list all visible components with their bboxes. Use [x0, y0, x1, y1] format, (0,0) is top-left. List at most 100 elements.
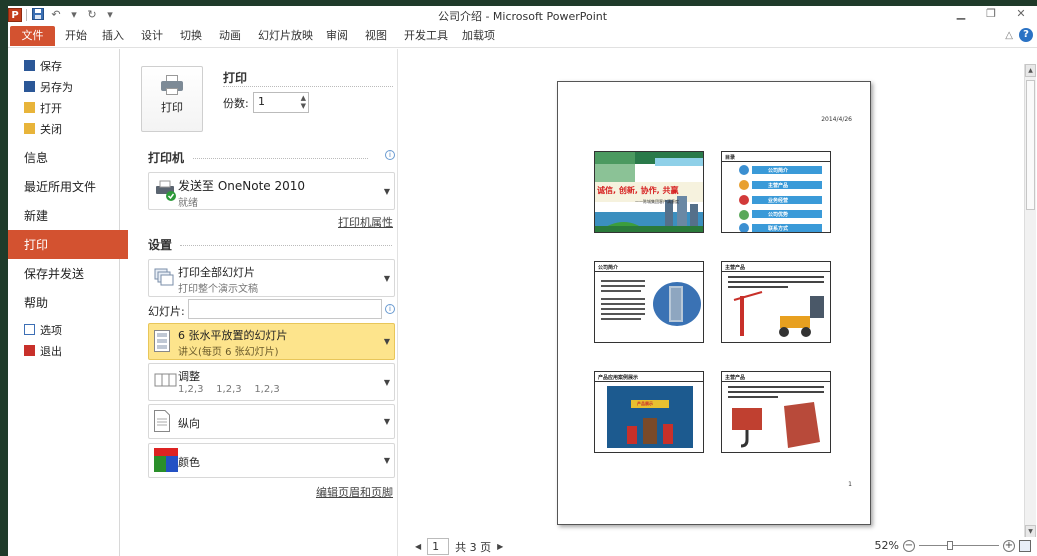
window-frame: P ↶ ▾ ↻ ▾ 公司介绍 - Microsoft PowerPoint ▁ … — [0, 0, 1037, 556]
slide-thumbnail-5: 产品应用案例展示 产品展示 — [594, 371, 704, 453]
print-range-dropdown[interactable]: 打印全部幻灯片 打印整个演示文稿 ▼ — [148, 259, 395, 297]
color-value: 颜色 — [178, 456, 200, 469]
nav-options[interactable]: 选项 — [8, 319, 119, 340]
chevron-down-icon: ▼ — [383, 417, 390, 426]
tab-animations[interactable]: 动画 — [219, 26, 241, 46]
printer-section-title: 打印机 — [148, 151, 185, 165]
edit-header-footer-link[interactable]: 编辑页眉和页脚 — [316, 484, 393, 500]
save-icon — [24, 60, 35, 71]
close-folder-icon — [24, 123, 35, 134]
printer-icon — [161, 75, 183, 95]
layout-main: 6 张水平放置的幻灯片 — [178, 329, 288, 342]
restore-icon[interactable]: ❐ — [983, 6, 999, 22]
slide-thumbnail-1: 诚信, 创新, 协作, 共赢 ——陈城集团客户满意度 — [594, 151, 704, 233]
nav-options-label: 选项 — [40, 323, 62, 337]
tab-view[interactable]: 视图 — [365, 26, 387, 46]
tab-addins[interactable]: 加载项 — [462, 26, 495, 46]
current-page-input[interactable]: 1 — [427, 538, 450, 555]
nav-help[interactable]: 帮助 — [8, 288, 119, 317]
zoom-in-icon[interactable]: + — [1003, 539, 1015, 552]
minimize-icon[interactable]: ▁ — [953, 6, 969, 22]
printer-name: 发送至 OneNote 2010 — [178, 179, 306, 193]
chevron-down-icon: ▼ — [383, 274, 390, 283]
printer-info-icon[interactable]: i — [385, 150, 395, 160]
page-navigator: ◀ 1 共 3 页 ▶ — [415, 538, 503, 555]
settings-section-rule — [180, 245, 392, 246]
print-preview-area: 2014/4/26 诚信, 创新, 协作, 共赢 ——陈城集团客户满意度 目录 … — [399, 49, 1023, 556]
layout-sub: 讲义(每页 6 张幻灯片) — [178, 347, 279, 358]
nav-open[interactable]: 打开 — [8, 97, 119, 118]
slides-info-icon[interactable]: i — [385, 304, 395, 314]
print-section-rule — [223, 86, 393, 87]
nav-save-send[interactable]: 保存并发送 — [8, 259, 119, 288]
print-button[interactable]: 打印 — [141, 66, 203, 132]
printer-section-rule — [193, 158, 368, 159]
window-controls: ▁ ❐ ✕ — [953, 6, 1029, 22]
slides-stack-icon — [154, 268, 174, 291]
zoom-to-page-icon[interactable] — [1019, 539, 1031, 552]
collate-icon — [154, 372, 178, 393]
window-title: 公司介绍 - Microsoft PowerPoint — [437, 10, 608, 23]
zoom-level[interactable]: 52% — [875, 539, 899, 552]
print-range-main: 打印全部幻灯片 — [178, 266, 255, 279]
slides-input[interactable] — [188, 299, 382, 319]
ribbon-right-controls: △ ? — [1005, 28, 1033, 42]
scroll-thumb[interactable] — [1026, 80, 1035, 210]
tab-home[interactable]: 开始 — [65, 26, 87, 46]
next-page-icon[interactable]: ▶ — [497, 542, 503, 551]
previous-page-icon[interactable]: ◀ — [415, 542, 421, 551]
collate-dropdown[interactable]: 调整 1,2,3 1,2,3 1,2,3 ▼ — [148, 363, 395, 401]
slide-1-slogan: 诚信, 创新, 协作, 共赢 — [597, 186, 679, 195]
printer-dropdown[interactable]: 发送至 OneNote 2010 就绪 ▼ — [148, 172, 395, 210]
nav-close-label: 关闭 — [40, 122, 62, 136]
collate-main: 调整 — [178, 370, 200, 383]
toc-item-1: 公司简介 — [768, 168, 789, 174]
nav-close[interactable]: 关闭 — [8, 118, 119, 139]
tab-developer[interactable]: 开发工具 — [404, 26, 448, 46]
preview-vertical-scrollbar[interactable]: ▲ ▼ — [1024, 64, 1036, 538]
copies-label: 份数: — [223, 97, 249, 110]
nav-open-label: 打开 — [40, 101, 62, 115]
tab-slideshow[interactable]: 幻灯片放映 — [258, 26, 313, 46]
slide-thumbnail-6: 主营产品 — [721, 371, 831, 453]
collate-sub: 1,2,3 1,2,3 1,2,3 — [178, 384, 280, 395]
close-icon[interactable]: ✕ — [1013, 6, 1029, 22]
tab-design[interactable]: 设计 — [141, 26, 163, 46]
zoom-slider[interactable] — [919, 541, 999, 550]
printer-status: 就绪 — [178, 198, 198, 209]
preview-status-bar: ◀ 1 共 3 页 ▶ 52% − + — [399, 537, 1037, 556]
open-folder-icon — [24, 102, 35, 113]
printer-properties-link[interactable]: 打印机属性 — [338, 214, 393, 230]
copies-spin-icon[interactable]: ▲ ▼ — [301, 94, 306, 110]
tab-insert[interactable]: 插入 — [102, 26, 124, 46]
nav-save[interactable]: 保存 — [8, 55, 119, 76]
nav-recent[interactable]: 最近所用文件 — [8, 172, 119, 201]
color-dropdown[interactable]: 颜色 ▼ — [148, 443, 395, 478]
nav-save-as[interactable]: 另存为 — [8, 76, 119, 97]
nav-print[interactable]: 打印 — [8, 230, 136, 259]
nav-info[interactable]: 信息 — [8, 143, 119, 172]
powerpoint-window: P ↶ ▾ ↻ ▾ 公司介绍 - Microsoft PowerPoint ▁ … — [8, 6, 1037, 556]
copies-stepper[interactable]: 1 ▲ ▼ — [253, 92, 309, 113]
slide-5-banner: 产品展示 — [637, 401, 653, 406]
zoom-slider-knob[interactable] — [947, 541, 953, 550]
settings-section-title: 设置 — [148, 238, 173, 252]
layout-dropdown[interactable]: 6 张水平放置的幻灯片 讲义(每页 6 张幻灯片) ▼ — [148, 323, 395, 360]
collapse-ribbon-icon[interactable]: △ — [1005, 30, 1013, 41]
tab-transitions[interactable]: 切换 — [180, 26, 202, 46]
color-swatch-icon — [154, 448, 178, 475]
nav-exit[interactable]: 退出 — [8, 340, 119, 361]
print-section-title: 打印 — [223, 71, 248, 85]
zoom-out-icon[interactable]: − — [903, 539, 915, 552]
nav-new[interactable]: 新建 — [8, 201, 119, 230]
zoom-controls: 52% − + — [875, 539, 1031, 552]
tab-review[interactable]: 审阅 — [326, 26, 348, 46]
exit-icon — [24, 345, 35, 356]
scroll-up-icon[interactable]: ▲ — [1025, 64, 1036, 77]
help-icon[interactable]: ? — [1019, 28, 1033, 42]
tab-file[interactable]: 文件 — [10, 26, 55, 46]
title-bar: P ↶ ▾ ↻ ▾ 公司介绍 - Microsoft PowerPoint ▁ … — [8, 6, 1037, 24]
printer-device-icon — [154, 178, 178, 205]
orientation-dropdown[interactable]: 纵向 ▼ — [148, 404, 395, 439]
total-pages-label: 共 3 页 — [455, 540, 492, 554]
